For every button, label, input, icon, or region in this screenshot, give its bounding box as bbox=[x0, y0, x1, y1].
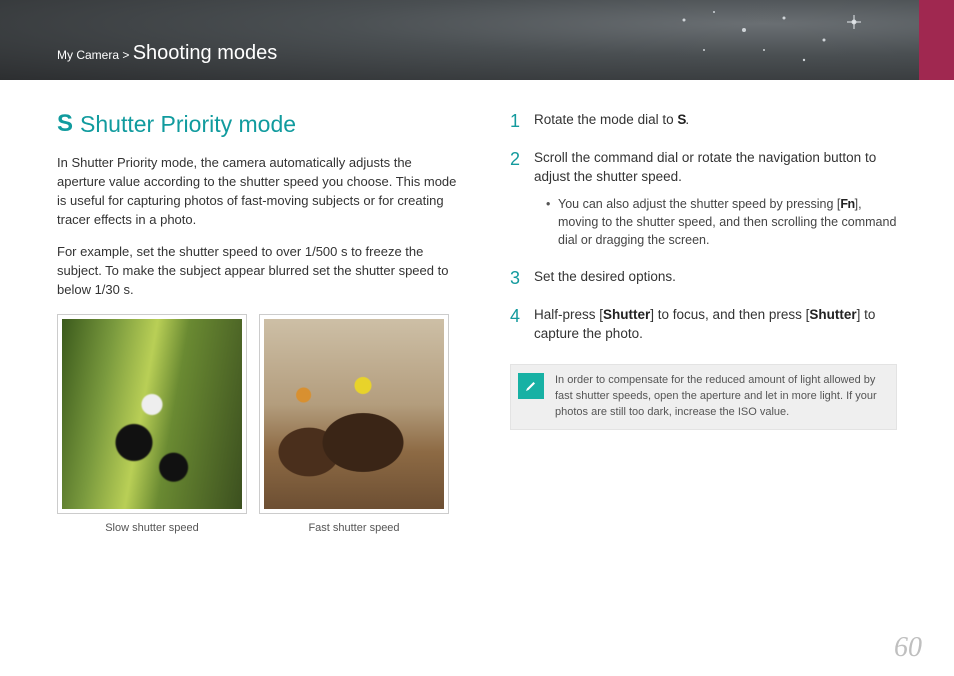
thumb-slow: Slow shutter speed bbox=[57, 314, 247, 534]
right-column: 1 Rotate the mode dial to S. 2 Scroll th… bbox=[510, 110, 897, 534]
mode-s-icon: S bbox=[57, 110, 72, 138]
hint-text: In order to compensate for the reduced a… bbox=[551, 365, 896, 429]
fast-caption: Fast shutter speed bbox=[259, 522, 449, 534]
intro-paragraph-1: In Shutter Priority mode, the camera aut… bbox=[57, 154, 462, 229]
intro-paragraph-2: For example, set the shutter speed to ov… bbox=[57, 243, 462, 300]
example-thumbnails: Slow shutter speed Fast shutter speed bbox=[57, 314, 462, 534]
slow-caption: Slow shutter speed bbox=[57, 522, 247, 534]
step-2-sub: You can also adjust the shutter speed by… bbox=[534, 195, 897, 249]
hint-icon-wrap bbox=[511, 365, 551, 429]
step-text: Rotate the mode dial to S. bbox=[534, 112, 689, 127]
accent-bar bbox=[919, 0, 954, 80]
breadcrumb-section: Shooting modes bbox=[133, 42, 278, 64]
banner-sparkles bbox=[654, 0, 904, 80]
step-1: 1 Rotate the mode dial to S. bbox=[510, 110, 897, 130]
step-number: 3 bbox=[510, 265, 520, 291]
page-number: 60 bbox=[894, 632, 922, 664]
content: S Shutter Priority mode In Shutter Prior… bbox=[0, 80, 954, 534]
left-column: S Shutter Priority mode In Shutter Prior… bbox=[57, 110, 462, 534]
page-title: S Shutter Priority mode bbox=[57, 110, 462, 138]
hint-box: In order to compensate for the reduced a… bbox=[510, 364, 897, 430]
step-text: Set the desired options. bbox=[534, 269, 676, 284]
fn-key-icon: Fn bbox=[840, 197, 854, 211]
fast-shutter-image bbox=[264, 319, 444, 509]
step-number: 4 bbox=[510, 303, 520, 329]
breadcrumb: My Camera > Shooting modes bbox=[57, 42, 277, 65]
steps-list: 1 Rotate the mode dial to S. 2 Scroll th… bbox=[510, 110, 897, 344]
header-banner: My Camera > Shooting modes bbox=[0, 0, 954, 80]
breadcrumb-root: My Camera bbox=[57, 48, 119, 62]
thumb-fast: Fast shutter speed bbox=[259, 314, 449, 534]
breadcrumb-sep: > bbox=[122, 48, 129, 62]
step-text: Scroll the command dial or rotate the na… bbox=[534, 150, 876, 185]
step-text: Half-press [Shutter] to focus, and then … bbox=[534, 307, 875, 342]
step-number: 1 bbox=[510, 108, 520, 134]
slow-shutter-image bbox=[62, 319, 242, 509]
step-3: 3 Set the desired options. bbox=[510, 267, 897, 287]
step-4: 4 Half-press [Shutter] to focus, and the… bbox=[510, 305, 897, 344]
step-2-sub-item: You can also adjust the shutter speed by… bbox=[546, 195, 897, 249]
pencil-note-icon bbox=[518, 373, 544, 399]
title-text: Shutter Priority mode bbox=[80, 111, 296, 138]
step-2: 2 Scroll the command dial or rotate the … bbox=[510, 148, 897, 250]
step-number: 2 bbox=[510, 146, 520, 172]
